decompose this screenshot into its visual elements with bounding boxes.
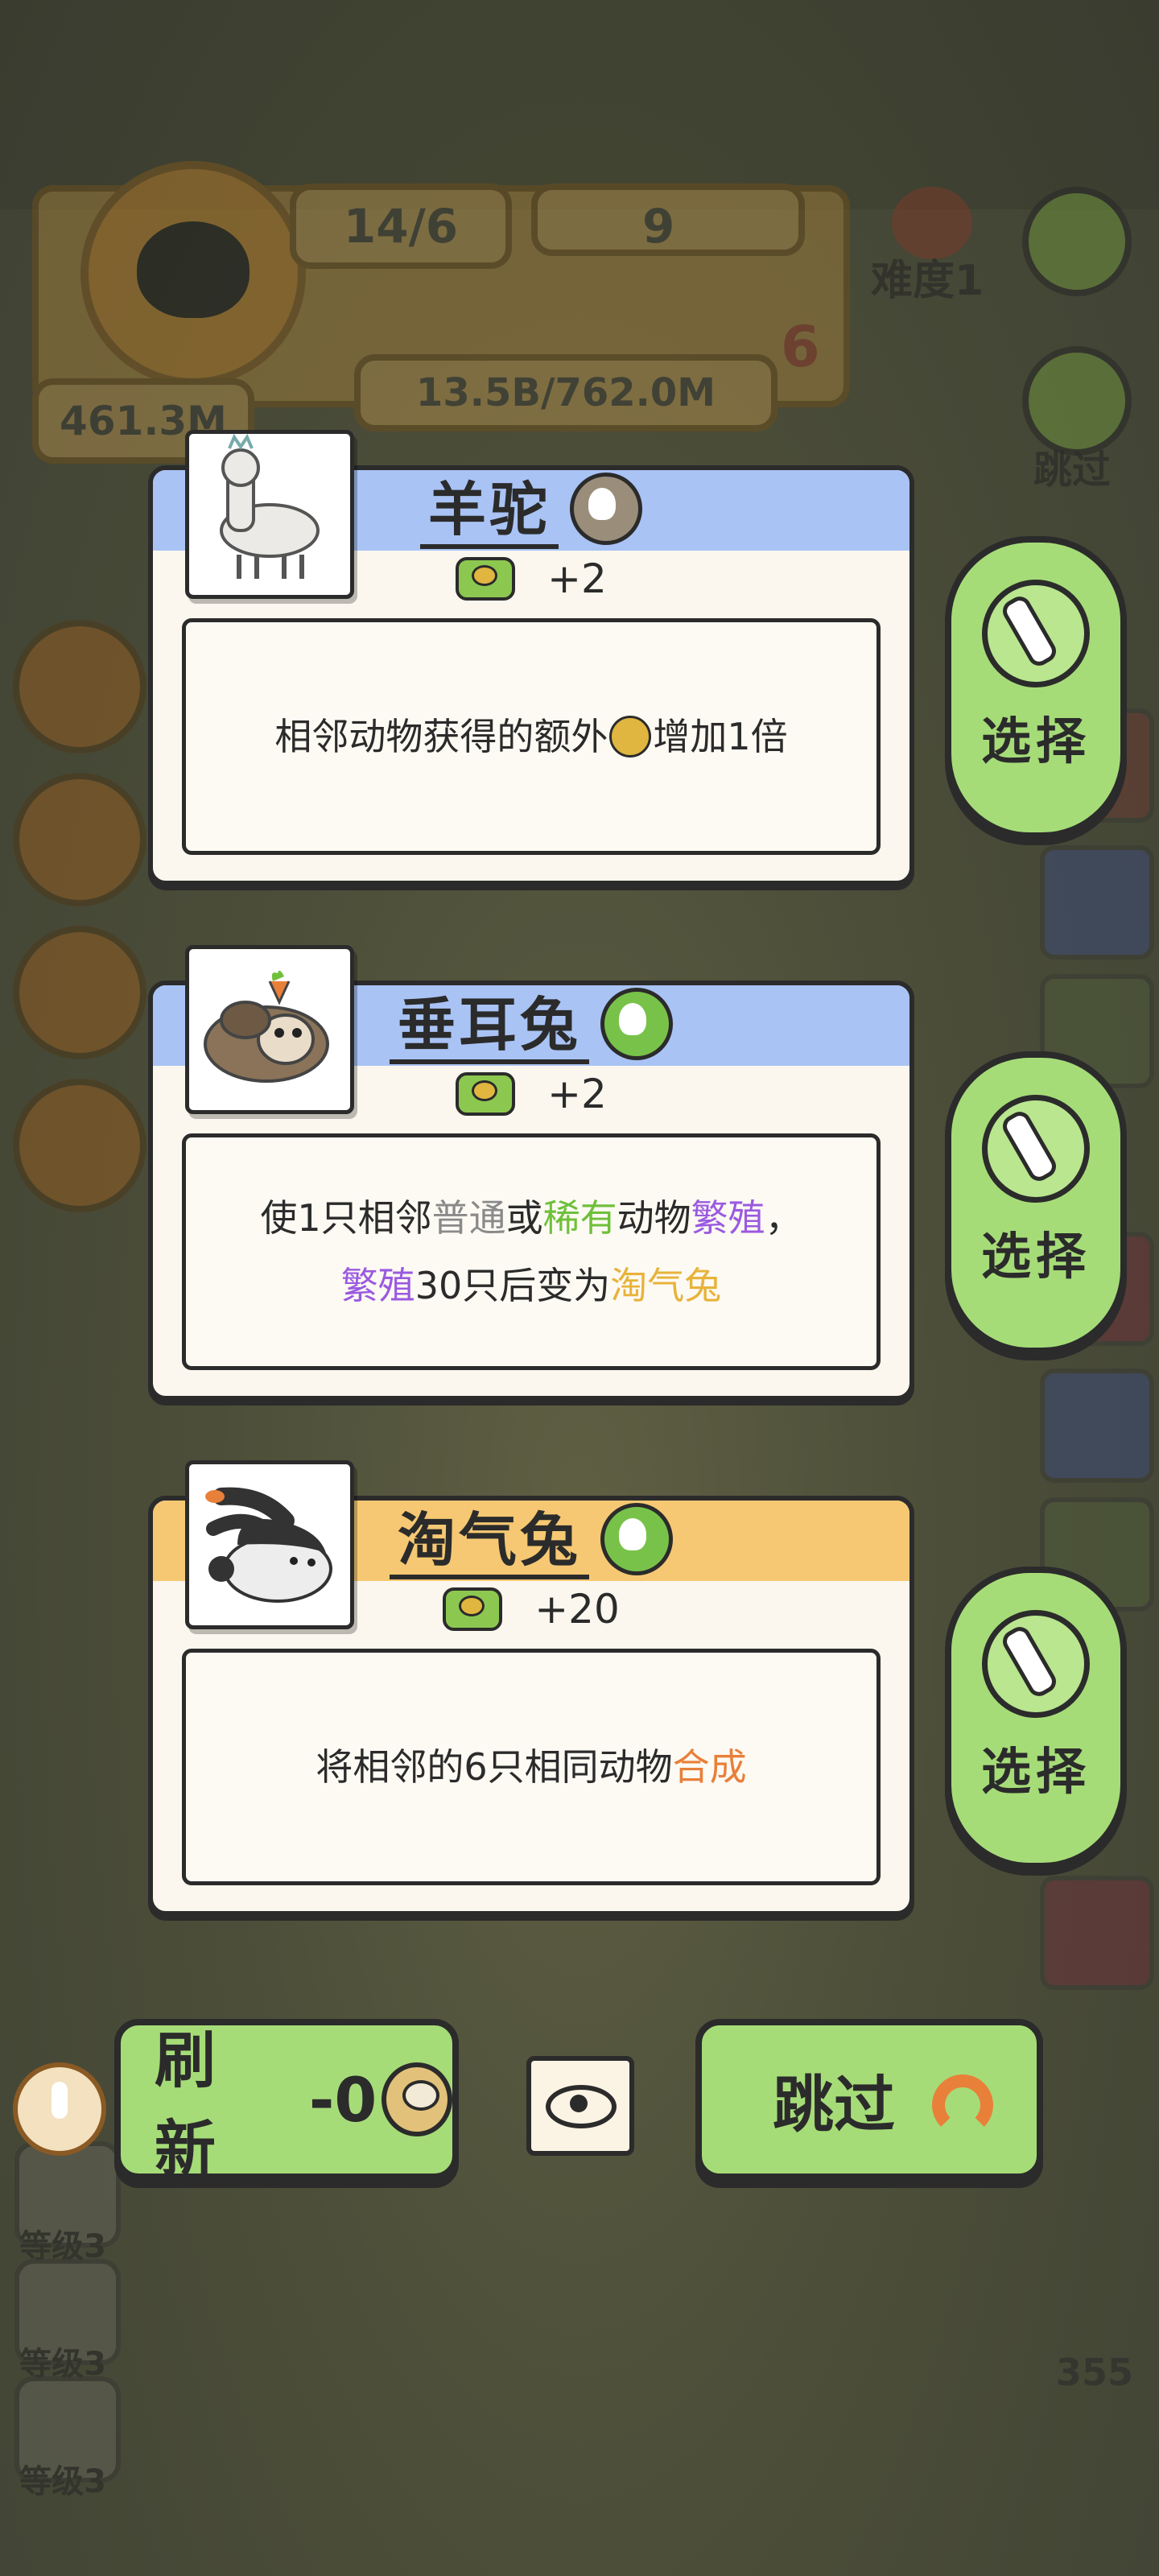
description-line-2: 繁殖30只后变为淘气兔 [341, 1252, 722, 1319]
desc-text: ， [765, 1196, 802, 1240]
refresh-cost: -0 [308, 2063, 377, 2136]
pointing-hand-icon [982, 580, 1090, 687]
reward-value: +2 [547, 1071, 607, 1117]
cat-food-can-icon [382, 2062, 452, 2136]
select-button-lop-rabbit[interactable]: 选择 [945, 1051, 1127, 1354]
animal-card-naughty-rabbit[interactable]: 淘气兔 +20 将相邻的6只相同动物合成 [148, 1460, 914, 1916]
description-line: 相邻动物获得的额外 增加1倍 [274, 703, 787, 770]
corner-counter: 355 [1055, 2351, 1134, 2394]
item-slot-5[interactable] [1040, 1368, 1154, 1483]
menu-icon[interactable] [1022, 187, 1132, 296]
difficulty-label: 难度1 [871, 257, 984, 305]
desc-text: 或 [505, 1196, 543, 1240]
refresh-label: 刷新 [155, 2025, 216, 2185]
black-cat-icon [137, 221, 250, 318]
skip-label: 跳过 [773, 2069, 895, 2140]
desc-text: 使1只相邻 [260, 1196, 432, 1240]
side-tool-button-2[interactable] [13, 773, 146, 906]
keyword-common: 普通 [431, 1196, 506, 1240]
keyword-breed: 繁殖 [340, 1264, 415, 1307]
description-line: 将相邻的6只相同动物合成 [316, 1733, 746, 1801]
view-board-button[interactable] [526, 2056, 634, 2156]
skip-button[interactable]: 跳过 [695, 2019, 1043, 2180]
eye-icon [546, 2085, 617, 2128]
player-avatar[interactable] [80, 161, 306, 386]
keyword-naughty-rabbit: 淘气兔 [610, 1264, 722, 1307]
card-name: 淘气兔 [389, 1505, 589, 1579]
select-label: 选择 [980, 1742, 1091, 1801]
card-description: 相邻动物获得的额外 增加1倍 [182, 618, 881, 855]
side-tool-button-4[interactable] [13, 1079, 146, 1212]
side-tool-button-1[interactable] [13, 620, 146, 753]
desc-text: 相邻动物获得的额外 [274, 715, 608, 758]
top-skip-label: 跳过 [1033, 448, 1112, 493]
card-reward: +2 [153, 555, 909, 604]
card-name: 羊驼 [419, 475, 559, 549]
card-name: 垂耳兔 [389, 990, 589, 1064]
curved-arrow-icon [927, 2063, 1004, 2136]
keyword-rare: 稀有 [542, 1196, 617, 1240]
select-label: 选择 [980, 1227, 1091, 1286]
score-text: 13.5B/762.0M [415, 370, 716, 415]
card-reward: +2 [153, 1071, 909, 1119]
item-slot-7[interactable] [1040, 1876, 1154, 1990]
reward-value: +2 [547, 555, 607, 602]
level-label: 等级3 [19, 2463, 106, 2500]
keyword-breed: 繁殖 [691, 1196, 765, 1240]
desc-text: 将相邻的6只相同动物 [316, 1745, 673, 1789]
card-description: 将相邻的6只相同动物合成 [182, 1649, 881, 1885]
rarity-icon [600, 988, 673, 1061]
select-button-alpaca[interactable]: 选择 [945, 536, 1127, 839]
select-button-naughty-rabbit[interactable]: 选择 [945, 1567, 1127, 1869]
side-level-2[interactable]: 等级3 [14, 2259, 121, 2384]
pointing-hand-icon [982, 1610, 1090, 1718]
food-bowl-icon [443, 1587, 503, 1631]
desc-text: 30只后变为 [415, 1264, 611, 1307]
side-level-3[interactable]: 等级3 [14, 2376, 121, 2502]
keyword-merge: 合成 [672, 1745, 747, 1789]
cans-counter: 9 [531, 184, 805, 256]
item-slot-2[interactable] [1040, 845, 1154, 960]
food-bowl-icon [456, 556, 516, 601]
card-description: 使1只相邻普通或稀有动物繁殖， 繁殖30只后变为淘气兔 [182, 1133, 881, 1370]
food-bowl-icon [456, 1071, 516, 1116]
paw-coin-icon [609, 715, 652, 758]
progress-counter: 14/6 [290, 184, 512, 269]
pointing-hand-icon [982, 1095, 1090, 1203]
animal-card-lop-rabbit[interactable]: 垂耳兔 +2 使1只相邻普通或稀有动物繁殖， 繁殖30只后变为淘气兔 [148, 945, 914, 1401]
select-label: 选择 [980, 712, 1091, 770]
animal-card-alpaca[interactable]: 羊驼 +2 相邻动物获得的额外 增加1倍 [148, 430, 914, 886]
side-tool-button-3[interactable] [13, 926, 146, 1059]
rarity-icon [570, 473, 642, 546]
score-bar: 13.5B/762.0M [354, 354, 777, 431]
progress-text: 14/6 [343, 199, 459, 254]
cans-text: 9 [642, 199, 675, 254]
desc-text: 增加1倍 [653, 715, 788, 758]
side-level-1[interactable]: 等级3 [14, 2141, 121, 2267]
reward-value: +20 [534, 1586, 620, 1633]
level-badge: 6 [781, 314, 820, 380]
hint-icon[interactable] [13, 2062, 106, 2156]
desc-text: 动物 [617, 1196, 691, 1240]
rarity-icon [600, 1503, 673, 1576]
top-hud: 14/6 9 13.5B/762.0M 461.3M 6 [32, 153, 861, 464]
refresh-button[interactable]: 刷新 -0 [114, 2019, 459, 2185]
card-reward: +20 [153, 1586, 909, 1634]
description-line-1: 使1只相邻普通或稀有动物繁殖， [260, 1184, 802, 1252]
